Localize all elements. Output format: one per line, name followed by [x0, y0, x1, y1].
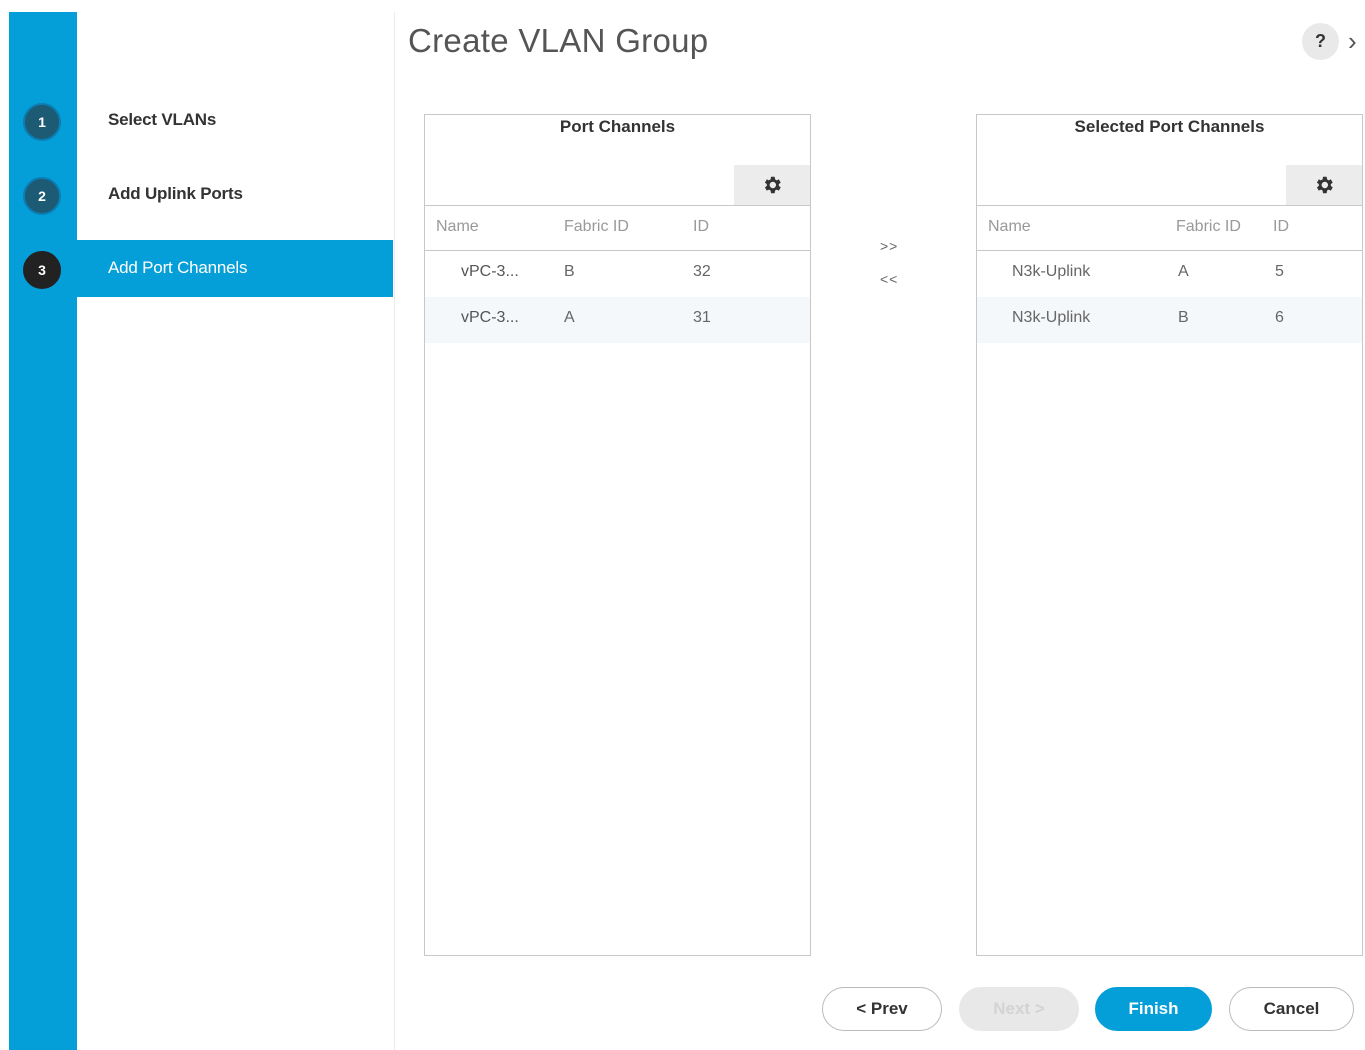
remove-selected-button[interactable]: << — [880, 271, 898, 287]
help-icon: ? — [1315, 31, 1326, 51]
cell-id: 6 — [1275, 309, 1284, 326]
cell-name: vPC-3... — [461, 263, 519, 280]
add-selected-button[interactable]: >> — [880, 238, 898, 254]
cell-fabric-id: A — [564, 309, 575, 326]
port-channels-table: Port Channels Name Fabric ID ID vPC-3...… — [424, 114, 811, 956]
finish-button[interactable]: Finish — [1095, 987, 1212, 1031]
column-header-id[interactable]: ID — [693, 218, 709, 236]
table-settings-button[interactable] — [734, 165, 810, 205]
column-header-fabric-id[interactable]: Fabric ID — [1176, 218, 1241, 236]
cell-fabric-id: A — [1178, 263, 1189, 280]
wizard-steps-panel — [77, 12, 395, 1050]
step-add-uplink-ports[interactable]: Add Uplink Ports — [108, 184, 243, 204]
close-icon: › — [1348, 26, 1357, 56]
step-3-number[interactable]: 3 — [23, 251, 61, 289]
column-header-fabric-id[interactable]: Fabric ID — [564, 218, 629, 236]
gear-icon — [1316, 176, 1333, 194]
table-header: Name Fabric ID ID — [425, 205, 810, 251]
cell-name: N3k-Uplink — [1012, 309, 1091, 326]
table-row[interactable]: N3k-Uplink B 6 — [977, 297, 1362, 343]
step-select-vlans[interactable]: Select VLANs — [108, 110, 216, 130]
table-title: Port Channels — [559, 117, 676, 136]
column-header-id[interactable]: ID — [1273, 218, 1289, 236]
table-title: Selected Port Channels — [1074, 117, 1265, 136]
column-header-name[interactable]: Name — [988, 218, 1031, 236]
table-row[interactable]: N3k-Uplink A 5 — [977, 251, 1362, 297]
cancel-button[interactable]: Cancel — [1229, 987, 1354, 1031]
cell-id: 32 — [693, 263, 711, 280]
close-button[interactable]: › — [1348, 26, 1357, 57]
wizard-step-rail — [9, 12, 77, 1050]
selected-port-channels-table: Selected Port Channels Name Fabric ID ID… — [976, 114, 1363, 956]
step-2-number[interactable]: 2 — [23, 177, 61, 215]
gear-icon — [764, 176, 781, 194]
column-header-name[interactable]: Name — [436, 218, 479, 236]
step-add-port-channels[interactable]: Add Port Channels — [108, 258, 248, 278]
prev-button[interactable]: < Prev — [822, 987, 942, 1031]
cell-name: vPC-3... — [461, 309, 519, 326]
cell-fabric-id: B — [1178, 309, 1189, 326]
dialog-title: Create VLAN Group — [408, 22, 709, 59]
cell-id: 5 — [1275, 263, 1284, 280]
table-header: Name Fabric ID ID — [977, 205, 1362, 251]
help-button[interactable]: ? — [1302, 23, 1339, 60]
cell-name: N3k-Uplink — [1012, 263, 1091, 280]
table-settings-button[interactable] — [1286, 165, 1362, 205]
next-button: Next > — [959, 987, 1079, 1031]
cell-id: 31 — [693, 309, 711, 326]
step-1-number[interactable]: 1 — [23, 103, 61, 141]
table-row[interactable]: vPC-3... B 32 — [425, 251, 810, 297]
table-row[interactable]: vPC-3... A 31 — [425, 297, 810, 343]
cell-fabric-id: B — [564, 263, 575, 280]
